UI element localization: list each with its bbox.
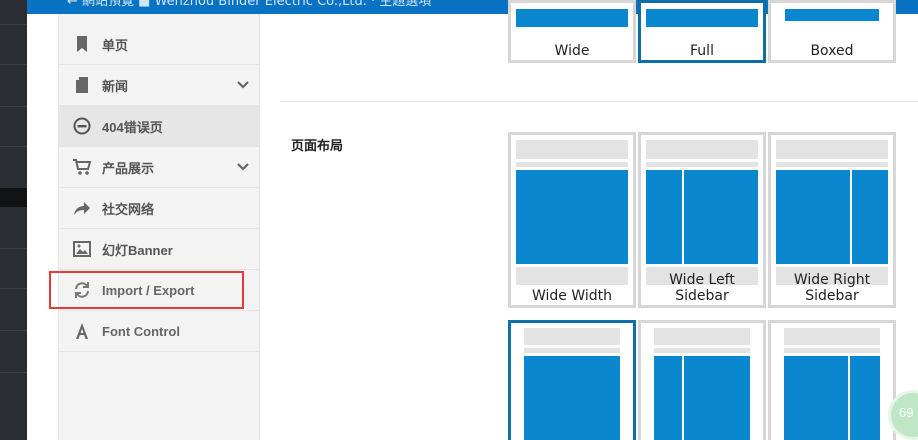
nav-item-social[interactable]: 社交网络 <box>59 188 260 229</box>
nav-item-label: 单页 <box>102 37 129 53</box>
page-layout-boxed-right-sidebar[interactable] <box>768 320 896 440</box>
font-icon <box>72 321 92 341</box>
layout-option-boxed[interactable]: Boxed <box>768 0 896 63</box>
layout-option-label: Wide Right Sidebar <box>793 272 871 304</box>
preview-nav <box>776 162 888 167</box>
preview-sidebar <box>646 170 682 264</box>
preview-header <box>654 328 750 345</box>
nav-item-font-control[interactable]: Font Control <box>59 311 260 352</box>
admin-menu-strip <box>0 0 27 440</box>
nav-item-products[interactable]: 产品展示 <box>59 147 260 188</box>
nav-item-label: 产品展示 <box>102 160 155 176</box>
page-layout-wide-right-sidebar[interactable]: Wide Right Sidebar <box>768 132 896 308</box>
options-content: Wide Full Boxed 页面布局 Wide Width Wide Lef… <box>260 0 918 440</box>
preview-main <box>516 170 628 264</box>
preview-nav <box>654 348 750 353</box>
page-layout-wide-width[interactable]: Wide Width <box>508 132 636 308</box>
nav-item-label: 幻灯Banner <box>102 242 173 258</box>
page-layout-boxed-left-sidebar[interactable] <box>638 320 766 440</box>
page-layout-wide-left-sidebar[interactable]: Wide Left Sidebar <box>638 132 766 308</box>
section-divider <box>280 101 918 102</box>
share-icon <box>72 198 92 218</box>
preview-main <box>776 170 850 264</box>
layout-option-label: Boxed <box>810 43 854 59</box>
admin-menu-active-item[interactable] <box>0 188 27 207</box>
preview-nav <box>516 162 628 167</box>
preview-sidebar <box>850 356 880 440</box>
layout-preview-content <box>646 9 758 27</box>
layout-option-label: Wide <box>554 43 590 59</box>
nav-item-label: Font Control <box>102 323 180 339</box>
preview-nav <box>646 162 758 167</box>
layout-option-label: Full <box>690 43 714 59</box>
nav-item-404[interactable]: 404错误页 <box>59 106 260 147</box>
preview-main <box>784 356 848 440</box>
layout-option-label: Wide Left Sidebar <box>669 272 735 304</box>
nav-item-label: 社交网络 <box>102 201 155 217</box>
preview-header <box>524 328 620 345</box>
preview-header <box>646 140 758 159</box>
nav-item-label: 404错误页 <box>102 119 163 135</box>
preview-main <box>524 356 620 440</box>
preview-footer <box>516 267 628 285</box>
preview-sidebar <box>654 356 682 440</box>
options-sidebar: 单页 新闻 404错误页 产品展示 社交网络 幻灯Banner Import /… <box>58 14 260 440</box>
nav-item-pages[interactable]: 单页 <box>59 24 260 65</box>
layout-option-label: Wide Width <box>531 288 613 304</box>
top-bar-text[interactable]: ← 網站預覽 ■ Wenzhou Binder Electric Co.,Ltd… <box>67 0 431 10</box>
preview-nav <box>784 348 880 353</box>
document-icon <box>72 75 92 95</box>
nav-item-banner[interactable]: 幻灯Banner <box>59 229 260 270</box>
page-layout-label: 页面布局 <box>291 138 344 153</box>
image-icon <box>72 239 92 259</box>
preview-main <box>684 170 758 264</box>
highlight-annotation-box <box>49 271 244 309</box>
nav-item-news[interactable]: 新闻 <box>59 65 260 106</box>
preview-main <box>684 356 750 440</box>
bookmark-icon <box>72 34 92 54</box>
nav-item-label: 新闻 <box>102 78 129 94</box>
page-layout-boxed-width[interactable] <box>508 320 636 440</box>
layout-option-full[interactable]: Full <box>638 0 766 63</box>
app-root: ← 網站預覽 ■ Wenzhou Binder Electric Co.,Ltd… <box>0 0 918 440</box>
badge-value: 69 <box>899 405 914 420</box>
cart-icon <box>72 157 92 177</box>
preview-nav <box>524 348 620 353</box>
layout-preview-content <box>516 9 628 27</box>
preview-header <box>776 140 888 159</box>
preview-header <box>516 140 628 159</box>
preview-header <box>784 328 880 345</box>
chevron-down-icon[interactable] <box>236 78 250 92</box>
minus-circle-icon <box>72 116 92 136</box>
chevron-down-icon[interactable] <box>236 160 250 174</box>
layout-option-wide[interactable]: Wide <box>508 0 636 63</box>
layout-preview-content <box>785 9 879 21</box>
preview-sidebar <box>852 170 888 264</box>
